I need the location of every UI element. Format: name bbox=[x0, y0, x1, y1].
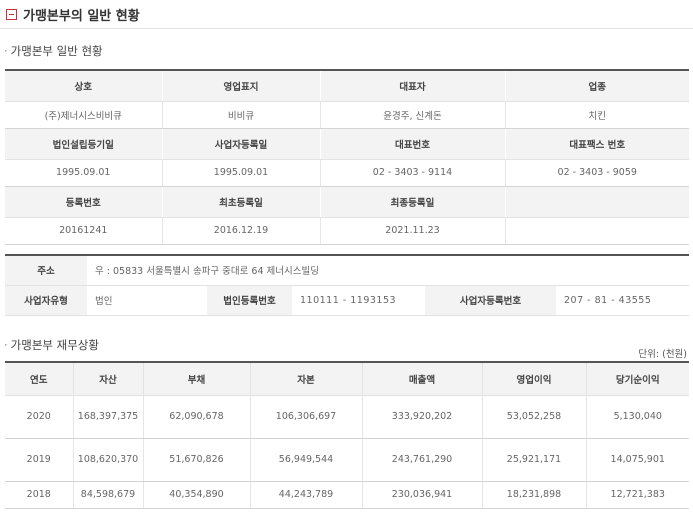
corp-reg-value: 110111 - 1193153 bbox=[292, 285, 425, 316]
header-cell: 법인설립등기일 bbox=[5, 128, 163, 160]
cell-liabilities: 40,354,890 bbox=[143, 481, 251, 509]
biz-type-label: 사업자유형 bbox=[5, 285, 87, 316]
table-row: 20161241 2016.12.19 2021.11.23 bbox=[5, 217, 689, 245]
cell-equity: 56,949,544 bbox=[250, 438, 363, 482]
general-section-title: · 가맹본부 일반 현황 bbox=[4, 44, 103, 58]
table-header-row: 등록번호 최초등록일 최종등록일 bbox=[5, 186, 689, 218]
finance-section-title: · 가맹본부 재무상황 bbox=[4, 338, 99, 352]
header-cell: 대표자 bbox=[320, 70, 506, 102]
cell-equity: 106,306,697 bbox=[250, 395, 363, 439]
cell-sales: 230,036,941 bbox=[362, 481, 483, 509]
representative: 윤경주, 신계돈 bbox=[320, 101, 506, 129]
cell-liabilities: 51,670,826 bbox=[143, 438, 251, 482]
biz-type-value: 법인 bbox=[87, 285, 207, 316]
cell-net-income: 14,075,901 bbox=[586, 438, 689, 482]
unit-note: 단위: (천원) bbox=[638, 349, 687, 360]
header-cell: 최초등록일 bbox=[162, 186, 321, 218]
header-cell: 영업표지 bbox=[162, 70, 321, 102]
bullet-dot-icon: · bbox=[4, 44, 8, 58]
table-row: 주소 우 : 05833 서울특별시 송파구 중대로 64 제너시스빌딩 bbox=[5, 255, 690, 286]
cell-sales: 333,920,202 bbox=[362, 395, 483, 439]
general-info-table: 상호 영업표지 대표자 업종 (주)제너시스비비큐 비비큐 윤경주, 신계돈 치… bbox=[5, 69, 689, 245]
address-table: 주소 우 : 05833 서울특별시 송파구 중대로 64 제너시스빌딩 사업자… bbox=[5, 254, 690, 316]
address-label: 주소 bbox=[5, 255, 87, 286]
header-operating-income: 영업이익 bbox=[482, 362, 587, 396]
cell-year: 2018 bbox=[5, 481, 74, 509]
table-header-row: 연도 자산 부채 자본 매출액 영업이익 당기순이익 bbox=[5, 362, 689, 396]
corp-reg-label: 법인등록번호 bbox=[207, 285, 292, 316]
fax-number: 02 - 3403 - 9059 bbox=[505, 159, 689, 187]
table-row: 1995.09.01 1995.09.01 02 - 3403 - 9114 0… bbox=[5, 159, 689, 187]
cell-equity: 44,243,789 bbox=[250, 481, 363, 509]
bullet-dot-icon: · bbox=[4, 338, 8, 352]
empty-cell bbox=[505, 217, 689, 245]
header-liabilities: 부채 bbox=[143, 362, 251, 396]
brand-name: 비비큐 bbox=[162, 101, 321, 129]
header-cell: 대표번호 bbox=[320, 128, 506, 160]
cell-assets: 168,397,375 bbox=[73, 395, 144, 439]
header-year: 연도 bbox=[5, 362, 74, 396]
header-cell bbox=[505, 186, 689, 218]
header-cell: 업종 bbox=[505, 70, 689, 102]
cell-operating-income: 53,052,258 bbox=[482, 395, 587, 439]
header-equity: 자본 bbox=[250, 362, 363, 396]
header-assets: 자산 bbox=[73, 362, 144, 396]
phone-number: 02 - 3403 - 9114 bbox=[320, 159, 506, 187]
header-net-income: 당기순이익 bbox=[586, 362, 689, 396]
registration-number: 20161241 bbox=[5, 217, 163, 245]
industry: 치킨 bbox=[505, 101, 689, 129]
company-name: (주)제너시스비비큐 bbox=[5, 101, 163, 129]
cell-operating-income: 25,921,171 bbox=[482, 438, 587, 482]
cell-assets: 84,598,679 bbox=[73, 481, 144, 509]
page-title-text: 가맹본부의 일반 현황 bbox=[23, 8, 140, 24]
cell-year: 2019 bbox=[5, 438, 74, 482]
address-value: 우 : 05833 서울특별시 송파구 중대로 64 제너시스빌딩 bbox=[87, 255, 690, 286]
header-sales: 매출액 bbox=[362, 362, 483, 396]
collapse-icon[interactable] bbox=[6, 8, 17, 20]
header-cell: 등록번호 bbox=[5, 186, 163, 218]
first-registration-date: 2016.12.19 bbox=[162, 217, 321, 245]
cell-net-income: 5,130,040 bbox=[586, 395, 689, 439]
table-row: 2019 108,620,370 51,670,826 56,949,544 2… bbox=[5, 438, 689, 482]
business-registration-date: 1995.09.01 bbox=[162, 159, 321, 187]
finance-table: 연도 자산 부채 자본 매출액 영업이익 당기순이익 2020 168,397,… bbox=[5, 361, 689, 509]
page-title: 가맹본부의 일반 현황 bbox=[6, 4, 140, 24]
header-cell: 최종등록일 bbox=[320, 186, 506, 218]
table-row: (주)제너시스비비큐 비비큐 윤경주, 신계돈 치킨 bbox=[5, 101, 689, 129]
cell-sales: 243,761,290 bbox=[362, 438, 483, 482]
last-registration-date: 2021.11.23 bbox=[320, 217, 506, 245]
cell-assets: 108,620,370 bbox=[73, 438, 144, 482]
header-cell: 상호 bbox=[5, 70, 163, 102]
header-cell: 사업자등록일 bbox=[162, 128, 321, 160]
table-row: 사업자유형 법인 법인등록번호 110111 - 1193153 사업자등록번호… bbox=[5, 285, 690, 316]
cell-liabilities: 62,090,678 bbox=[143, 395, 251, 439]
cell-operating-income: 18,231,898 bbox=[482, 481, 587, 509]
biz-reg-value: 207 - 81 - 43555 bbox=[556, 285, 690, 316]
table-row: 2020 168,397,375 62,090,678 106,306,697 … bbox=[5, 395, 689, 439]
biz-reg-label: 사업자등록번호 bbox=[425, 285, 556, 316]
incorporation-date: 1995.09.01 bbox=[5, 159, 163, 187]
table-header-row: 상호 영업표지 대표자 업종 bbox=[5, 70, 689, 102]
header-cell: 대표팩스 번호 bbox=[505, 128, 689, 160]
cell-year: 2020 bbox=[5, 395, 74, 439]
title-divider bbox=[0, 28, 693, 29]
cell-net-income: 12,721,383 bbox=[586, 481, 689, 509]
table-row: 2018 84,598,679 40,354,890 44,243,789 23… bbox=[5, 481, 689, 509]
table-header-row: 법인설립등기일 사업자등록일 대표번호 대표팩스 번호 bbox=[5, 128, 689, 160]
